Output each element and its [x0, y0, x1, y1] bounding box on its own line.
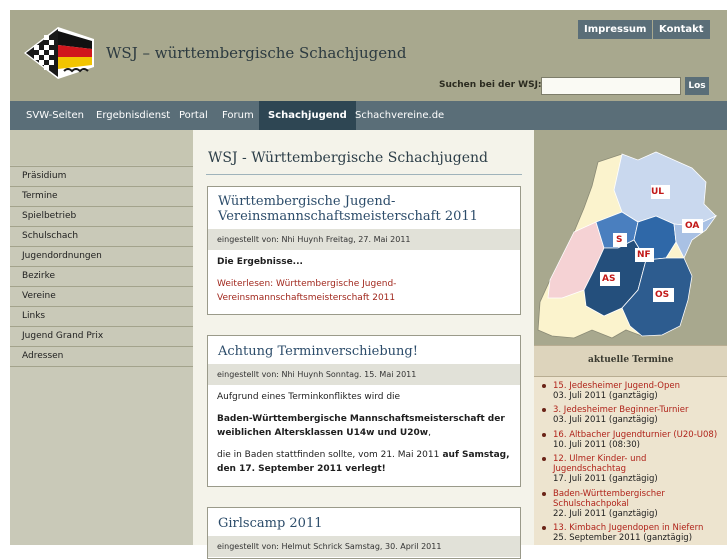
- event-date: 03. Juli 2011 (ganztägig): [553, 391, 658, 401]
- post-paragraph: Aufgrund eines Terminkonfliktes wird die: [217, 392, 401, 402]
- site-title: WSJ – württembergische Schachjugend: [106, 44, 407, 62]
- sidebar-item-adressen[interactable]: Adressen: [10, 346, 193, 367]
- sidebar-item-jugendordnungen[interactable]: Jugendordnungen: [10, 246, 193, 266]
- title-divider: [206, 174, 522, 175]
- post-text-rest: ,: [428, 428, 431, 438]
- nav-item-forum[interactable]: Forum: [222, 101, 254, 130]
- region-map[interactable]: [534, 130, 727, 345]
- post-meta: eingestellt von: Nhi Huynh Sonntag. 15. …: [208, 364, 520, 385]
- post-text-line: den 17. September 2011 verlegt!: [217, 464, 386, 474]
- sidebar-header: [10, 130, 193, 165]
- termine-title: aktuelle Termine: [588, 355, 674, 365]
- bullet-icon: [542, 384, 546, 388]
- sidebar-item-jugend-grand-prix[interactable]: Jugend Grand Prix: [10, 326, 193, 346]
- post-text-line: die in Baden stattfinden sollte, vom 21.…: [217, 448, 513, 462]
- search-input[interactable]: [541, 77, 681, 95]
- read-more-line: Weiterlesen: Württembergische Jugend-: [217, 279, 397, 289]
- post-title[interactable]: Girlscamp 2011: [218, 516, 322, 531]
- sidebar-item-label: Präsidium: [22, 171, 67, 181]
- sidebar-item-label: Termine: [22, 191, 58, 201]
- post-text-line: weiblichen Altersklassen U14w und U20w,: [217, 426, 513, 440]
- event-date: 25. September 2011 (ganztägig): [553, 533, 693, 543]
- bullet-icon: [542, 433, 546, 437]
- sidebar-item-bezirke[interactable]: Bezirke: [10, 266, 193, 286]
- region-label-ul[interactable]: UL: [651, 187, 664, 197]
- event-title[interactable]: 3. Jedesheimer Beginner-Turnier: [553, 405, 688, 415]
- event-date: 10. Juli 2011 (08:30): [553, 440, 641, 450]
- bullet-icon: [542, 408, 546, 412]
- region-label-nf[interactable]: NF: [637, 250, 651, 260]
- post-text-plain: die in Baden stattfinden sollte, vom 21.…: [217, 450, 440, 460]
- post-text-line: Baden-Württembergische Mannschaftsmeiste…: [217, 414, 505, 424]
- post-meta: eingestellt von: Helmut Schrick Samstag,…: [208, 536, 520, 557]
- bullet-icon: [542, 457, 546, 461]
- post-meta: eingestellt von: Nhi Huynh Freitag, 27. …: [208, 229, 520, 250]
- post-title-line: Vereinsmannschaftsmeisterschaft 2011: [218, 209, 478, 224]
- sidebar-item-label: Adressen: [22, 351, 64, 361]
- event-date: 22. Juli 2011 (ganztägig): [553, 509, 658, 519]
- sidebar-item-spielbetrieb[interactable]: Spielbetrieb: [10, 206, 193, 226]
- post-lead: Die Ergebnisse...: [217, 257, 303, 267]
- sidebar-item-termine[interactable]: Termine: [10, 186, 193, 206]
- post-paragraph: Baden-Württembergische Mannschaftsmeiste…: [217, 412, 513, 440]
- event-title[interactable]: 16. Altbacher Jugendturnier (U20-U08): [553, 430, 717, 440]
- event-date: 03. Juli 2011 (ganztägig): [553, 415, 658, 425]
- event-title[interactable]: Schulschachpokal: [553, 499, 629, 509]
- event-title[interactable]: 12. Ulmer Kinder- und: [553, 454, 646, 464]
- sidebar-item-schulschach[interactable]: Schulschach: [10, 226, 193, 246]
- impressum-link[interactable]: Impressum: [578, 20, 653, 39]
- bullet-icon: [542, 526, 546, 530]
- read-more-line: Vereinsmannschaftsmeisterschaft 2011: [217, 293, 396, 303]
- post-title[interactable]: Württembergische Jugend- Vereinsmannscha…: [218, 194, 478, 224]
- event-date: 17. Juli 2011 (ganztägig): [553, 474, 658, 484]
- news-post: Württembergische Jugend- Vereinsmannscha…: [207, 186, 521, 315]
- sidebar-item-label: Jugendordnungen: [22, 251, 102, 261]
- sidebar-item-label: Schulschach: [22, 231, 79, 241]
- sidebar-item-vereine[interactable]: Vereine: [10, 286, 193, 306]
- nav-item-portal[interactable]: Portal: [179, 101, 208, 130]
- search-label: Suchen bei der WSJ:: [439, 80, 542, 90]
- bullet-icon: [542, 492, 546, 496]
- read-more-link[interactable]: Weiterlesen: Württembergische Jugend- Ve…: [217, 277, 513, 305]
- nav-item-svw-seiten[interactable]: SVW-Seiten: [26, 101, 84, 130]
- event-title[interactable]: Baden-Württembergischer: [553, 489, 665, 499]
- region-label-s[interactable]: S: [616, 235, 622, 245]
- post-title-line: Württembergische Jugend-: [218, 194, 396, 209]
- sidebar-item-links[interactable]: Links: [10, 306, 193, 326]
- event-title[interactable]: 15. Jedesheimer Jugend-Open: [553, 381, 680, 391]
- sidebar-item-label: Spielbetrieb: [22, 211, 77, 221]
- nav-item-ergebnisdienst[interactable]: Ergebnisdienst: [96, 101, 170, 130]
- region-label-as[interactable]: AS: [602, 274, 615, 284]
- news-post: Achtung Terminverschiebung! eingestellt …: [207, 335, 521, 487]
- region-label-os[interactable]: OS: [655, 290, 669, 300]
- region-label-oa[interactable]: OA: [685, 221, 699, 231]
- post-title[interactable]: Achtung Terminverschiebung!: [218, 344, 418, 359]
- sidebar-item-praesidium[interactable]: Präsidium: [10, 166, 193, 186]
- sidebar-item-label: Jugend Grand Prix: [22, 331, 104, 341]
- event-title[interactable]: Jugendschachtag: [553, 464, 626, 474]
- search-button[interactable]: Los: [685, 77, 709, 95]
- sidebar-item-label: Links: [22, 311, 46, 321]
- nav-item-schachvereine[interactable]: Schachvereine.de: [355, 101, 444, 130]
- wsj-logo[interactable]: [24, 27, 94, 79]
- sidebar-item-label: Bezirke: [22, 271, 56, 281]
- post-text-bold: weiblichen Altersklassen U14w und U20w: [217, 428, 429, 438]
- event-title[interactable]: 13. Kimbach Jugendopen in Niefern: [553, 523, 703, 533]
- main-nav: SVW-Seiten Ergebnisdienst Portal Forum S…: [10, 101, 727, 130]
- sidebar-item-label: Vereine: [22, 291, 56, 301]
- nav-item-schachjugend[interactable]: Schachjugend: [259, 101, 356, 130]
- post-paragraph: die in Baden stattfinden sollte, vom 21.…: [217, 448, 513, 476]
- news-post: Girlscamp 2011 eingestellt von: Helmut S…: [207, 507, 521, 559]
- page-title: WSJ - Württembergische Schachjugend: [208, 150, 488, 166]
- kontakt-link[interactable]: Kontakt: [653, 20, 710, 39]
- post-text-bold: auf Samstag,: [439, 450, 510, 460]
